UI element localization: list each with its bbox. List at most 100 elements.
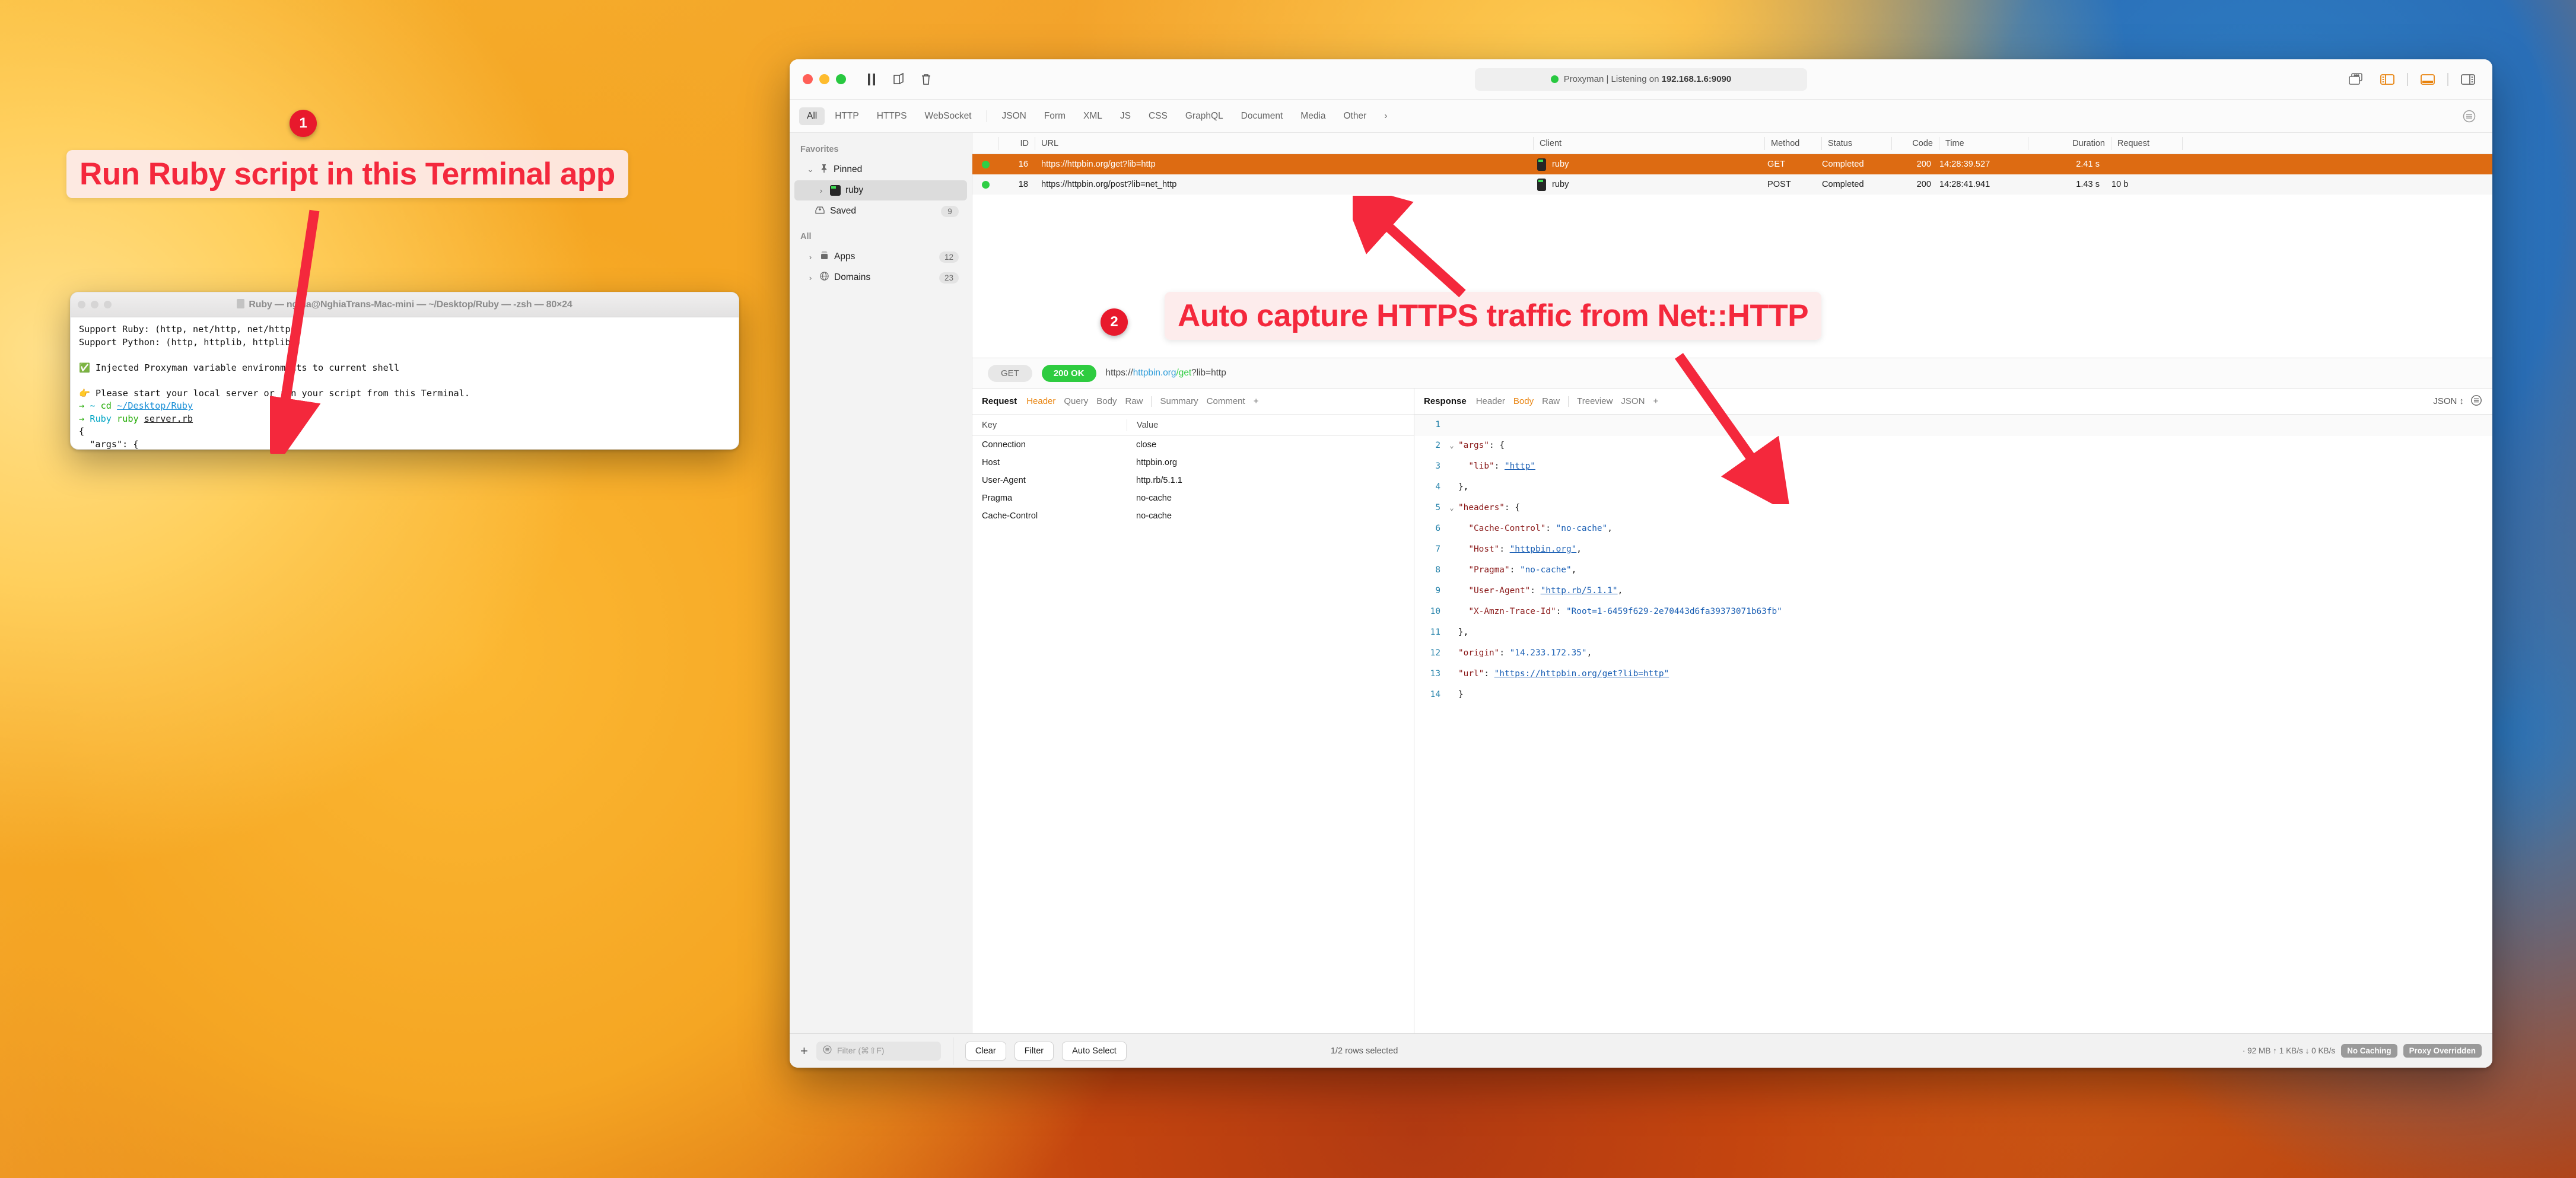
response-tab-json[interactable]: JSON [1621,396,1645,406]
terminal-close-button[interactable] [78,301,85,308]
response-add-tab-icon[interactable]: + [1653,396,1658,406]
request-tab-comment[interactable]: Comment [1207,396,1245,406]
maximize-button[interactable] [836,74,846,84]
json-line: 10 "X-Amzn-Trace-Id": "Root=1-6459f629-2… [1414,601,2492,622]
column-client[interactable]: Client [1534,136,1765,150]
header-column-key[interactable]: Key [972,421,1127,430]
response-body-json[interactable]: 1 2 ⌄ "args": { 3 "lib": "http" 4}, 5 ⌄ "hea… [1414,415,2492,1033]
fold-toggle[interactable]: ⌄ [1445,435,1458,456]
right-sidebar-icon[interactable] [2457,71,2479,88]
column-method[interactable]: Method [1765,136,1822,150]
sidebar-item-saved[interactable]: Saved 9 [794,201,967,221]
tabs-settings-icon[interactable] [2461,109,2483,124]
terminal-titlebar[interactable]: Ruby — nghia@NghiaTrans-Mac-mini — ~/Des… [71,292,739,317]
sidebar-item-label: ruby [845,185,864,195]
header-row[interactable]: User-Agent http.rb/5.1.1 [972,472,1414,489]
request-tab-summary[interactable]: Summary [1160,396,1198,406]
request-tab-header[interactable]: Header [1026,396,1055,406]
column-id[interactable]: ID [998,136,1035,150]
request-tab-raw[interactable]: Raw [1125,396,1143,406]
line-code: }, [1458,628,1469,637]
sidebar-item-pinned[interactable]: ⌄ Pinned [794,160,967,180]
filter-button[interactable]: Filter [1014,1041,1054,1061]
minimize-button[interactable] [819,74,829,84]
column-time[interactable]: Time [1939,136,2028,150]
window-controls[interactable] [803,74,846,84]
tab-graphql[interactable]: GraphQL [1178,107,1231,125]
tab-xml[interactable]: XML [1076,107,1110,125]
column-request[interactable]: Request [2111,136,2183,150]
tab-document[interactable]: Document [1233,107,1291,125]
terminal-line: Support Ruby: (http, net/http, net/https… [79,324,301,335]
list-menu-icon[interactable] [2470,394,2483,409]
no-caching-badge[interactable]: No Caching [2341,1044,2397,1058]
auto-select-button[interactable]: Auto Select [1062,1041,1127,1061]
terminal-output-line: "args": { [79,438,139,450]
column-url[interactable]: URL [1035,136,1534,150]
clear-button[interactable]: Clear [965,1041,1006,1061]
terminal-minimize-button[interactable] [91,301,98,308]
tab-json[interactable]: JSON [994,107,1034,125]
multi-window-icon[interactable] [2345,71,2368,88]
column-code[interactable]: Code [1892,136,1939,150]
filter-input[interactable]: Filter (⌘⇧F) [816,1041,941,1061]
sidebar-item-apps[interactable]: › Apps 12 [794,247,967,267]
line-code: "X-Amzn-Trace-Id": "Root=1-6459f629-2e70… [1468,607,1782,616]
terminal-output[interactable]: Support Ruby: (http, net/http, net/https… [71,317,739,450]
tab-http[interactable]: HTTP [827,107,866,125]
left-sidebar-icon[interactable] [2376,71,2399,88]
plus-icon[interactable]: + [800,1043,808,1059]
chevron-right-icon[interactable]: › [817,186,825,195]
sidebar-item-domains[interactable]: › Domains 23 [794,268,967,288]
chevron-down-icon[interactable]: ⌄ [806,165,815,174]
line-number: 9 [1435,586,1440,596]
url-display[interactable]: https://httpbin.org/get?lib=http [1106,368,1226,378]
header-row[interactable]: Connection close [972,436,1414,454]
requests-table: ID URL Client Method Status Code Time Du… [972,133,2492,195]
response-tab-treeview[interactable]: Treeview [1577,396,1613,406]
chevron-right-icon[interactable]: › [806,273,815,282]
fold-toggle[interactable]: ⌄ [1445,498,1458,518]
sidebar: Favorites ⌄ Pinned › ruby Saved 9 All › … [790,133,972,1033]
header-column-value[interactable]: Value [1127,419,1158,431]
tab-websocket[interactable]: WebSocket [917,107,979,125]
request-add-tab-icon[interactable]: + [1254,396,1259,406]
tab-js[interactable]: JS [1112,107,1138,125]
json-line: 13 "url": "https://httpbin.org/get?lib=ht… [1414,664,2492,684]
response-tab-raw[interactable]: Raw [1542,396,1560,406]
column-status[interactable]: Status [1822,136,1892,150]
tabs-overflow-chevron-icon[interactable]: › [1376,107,1395,125]
request-tab-body[interactable]: Body [1096,396,1117,406]
proxy-overridden-badge[interactable]: Proxy Overridden [2403,1044,2482,1058]
column-duration[interactable]: Duration [2028,136,2111,150]
close-button[interactable] [803,74,813,84]
trash-icon[interactable] [916,69,936,90]
response-tab-header[interactable]: Header [1476,396,1505,406]
tab-form[interactable]: Form [1036,107,1073,125]
compose-icon[interactable] [889,69,909,90]
row-duration: 2.41 s [2076,160,2100,169]
header-key: User-Agent [982,476,1026,485]
sidebar-item-ruby[interactable]: › ruby [794,180,967,200]
header-row[interactable]: Pragma no-cache [972,489,1414,507]
table-row[interactable]: 16 https://httpbin.org/get?lib=http ruby… [972,154,2492,174]
header-value: no-cache [1136,494,1172,503]
pause-icon[interactable] [861,69,882,90]
tab-media[interactable]: Media [1293,107,1333,125]
bottom-panel-icon[interactable] [2416,71,2439,88]
table-row[interactable]: 18 https://httpbin.org/post?lib=net_http… [972,174,2492,195]
tab-https[interactable]: HTTPS [869,107,915,125]
response-tab-body[interactable]: Body [1513,396,1534,406]
tab-other[interactable]: Other [1336,107,1375,125]
header-row[interactable]: Host httpbin.org [972,454,1414,472]
tab-all[interactable]: All [799,107,825,125]
url-query: ?lib=http [1191,368,1226,378]
request-tab-query[interactable]: Query [1064,396,1088,406]
header-row[interactable]: Cache-Control no-cache [972,507,1414,525]
terminal-window[interactable]: Ruby — nghia@NghiaTrans-Mac-mini — ~/Des… [70,292,739,450]
format-selector[interactable]: JSON ↕ [2433,396,2464,406]
chevron-right-icon[interactable]: › [806,253,815,262]
terminal-zoom-button[interactable] [104,301,112,308]
proxyman-window[interactable]: Proxyman | Listening on 192.168.1.6:9090… [790,59,2492,1068]
tab-css[interactable]: CSS [1141,107,1175,125]
